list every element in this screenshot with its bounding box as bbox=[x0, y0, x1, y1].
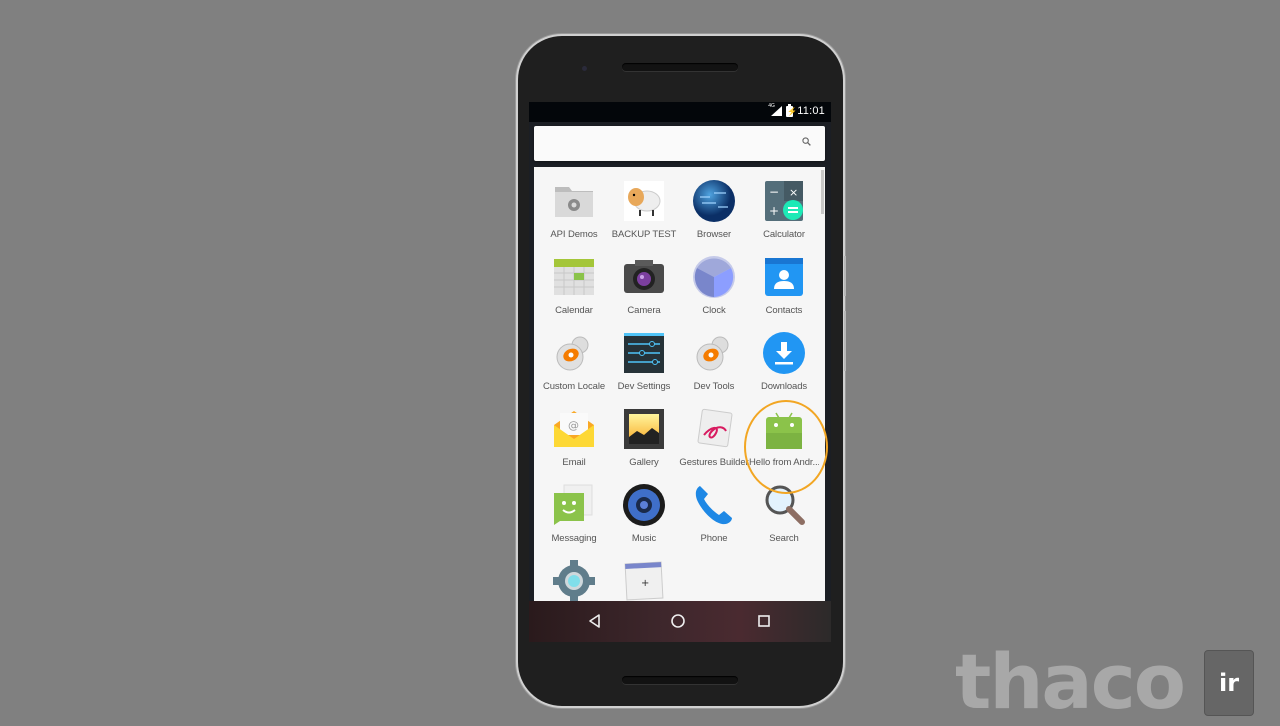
app-clock[interactable]: Clock bbox=[679, 251, 749, 327]
calendar-icon bbox=[554, 259, 594, 295]
app-label: Clock bbox=[702, 305, 726, 316]
phone-icon bbox=[695, 486, 732, 525]
app-label: Email bbox=[562, 457, 586, 468]
home-icon[interactable] bbox=[670, 613, 686, 629]
bottom-speaker bbox=[622, 676, 738, 684]
recents-icon[interactable] bbox=[756, 613, 772, 629]
calculator-icon: − × + bbox=[765, 181, 803, 221]
clock-icon bbox=[693, 256, 735, 298]
search-icon[interactable] bbox=[802, 137, 811, 146]
contacts-icon bbox=[765, 258, 803, 296]
app-calendar[interactable]: Calendar bbox=[539, 251, 609, 327]
screen: 4G ⚡ 11:01 API Demos BACKUP TEST Browser… bbox=[529, 102, 831, 642]
svg-text:+: + bbox=[769, 204, 779, 218]
app-calculator[interactable]: − × + Calculator bbox=[749, 175, 819, 251]
navigation-bar bbox=[529, 601, 831, 642]
front-camera bbox=[582, 66, 587, 71]
phone-frame: 4G ⚡ 11:01 API Demos BACKUP TEST Browser… bbox=[518, 36, 846, 706]
app-dev-tools[interactable]: Dev Tools bbox=[679, 327, 749, 403]
svg-text:+: + bbox=[641, 578, 649, 589]
gear-orange-icon bbox=[696, 336, 729, 371]
app-label: BACKUP TEST bbox=[611, 229, 677, 240]
app-label: Gallery bbox=[629, 457, 659, 468]
app-contacts[interactable]: Contacts bbox=[749, 251, 819, 327]
svg-text:×: × bbox=[789, 186, 798, 199]
app-grid: API Demos BACKUP TEST Browser − × + Calc… bbox=[534, 175, 825, 601]
app-label: Camera bbox=[627, 305, 661, 316]
app-phone[interactable]: Phone bbox=[679, 479, 749, 555]
app-label: Search bbox=[769, 533, 799, 544]
search-input[interactable] bbox=[542, 132, 786, 156]
globe-icon bbox=[693, 180, 735, 222]
app-label: Music bbox=[631, 533, 657, 544]
app-label: Contacts bbox=[765, 305, 803, 316]
app-camera[interactable]: Camera bbox=[609, 251, 679, 327]
app-drawer[interactable]: API Demos BACKUP TEST Browser − × + Calc… bbox=[534, 167, 825, 601]
app-custom-locale[interactable]: Custom Locale bbox=[539, 327, 609, 403]
gear-orange-icon bbox=[556, 336, 589, 371]
app-widget-preview[interactable]: + bbox=[609, 555, 679, 601]
status-bar: 4G ⚡ 11:01 bbox=[529, 102, 831, 122]
volume-button[interactable] bbox=[844, 256, 846, 296]
camera-icon bbox=[624, 260, 664, 293]
app-label: Browser bbox=[696, 229, 732, 240]
top-speaker bbox=[622, 63, 738, 71]
app-music[interactable]: Music bbox=[609, 479, 679, 555]
app-label: Dev Settings bbox=[617, 381, 671, 392]
folder-gear-icon bbox=[555, 187, 593, 217]
gallery-icon bbox=[624, 409, 664, 449]
power-button[interactable] bbox=[844, 311, 846, 371]
messaging-icon bbox=[554, 484, 593, 525]
app-label: Messaging bbox=[551, 533, 597, 544]
app-api-demos[interactable]: API Demos bbox=[539, 175, 609, 251]
app-label: Dev Tools bbox=[693, 381, 735, 392]
app-label: API Demos bbox=[550, 229, 598, 240]
app-label: Calculator bbox=[763, 229, 805, 240]
back-icon[interactable] bbox=[587, 613, 603, 629]
app-label: Calendar bbox=[555, 305, 593, 316]
gestures-icon bbox=[697, 408, 733, 448]
app-gestures-builder[interactable]: Gestures Builder bbox=[679, 403, 749, 479]
watermark-text: thaco bbox=[955, 637, 1186, 726]
app-gallery[interactable]: Gallery bbox=[609, 403, 679, 479]
signal-icon: 4G bbox=[768, 103, 783, 116]
network-type: 4G bbox=[768, 103, 775, 109]
app-search-bar[interactable] bbox=[534, 126, 825, 161]
sheep-icon bbox=[624, 181, 664, 221]
app-settings[interactable] bbox=[539, 555, 609, 601]
settings-gear-icon bbox=[553, 560, 595, 601]
app-messaging[interactable]: Messaging bbox=[539, 479, 609, 555]
app-label: Custom Locale bbox=[542, 381, 606, 392]
sliders-icon bbox=[624, 333, 664, 373]
app-backup-test[interactable]: BACKUP TEST bbox=[609, 175, 679, 251]
app-email[interactable]: @ Email bbox=[539, 403, 609, 479]
app-label: Phone bbox=[700, 533, 728, 544]
speaker-icon bbox=[623, 484, 665, 526]
app-label: Downloads bbox=[760, 381, 808, 392]
app-dev-settings[interactable]: Dev Settings bbox=[609, 327, 679, 403]
envelope-icon: @ bbox=[554, 411, 594, 447]
tap-highlight-circle bbox=[744, 400, 828, 494]
battery-charging-icon: ⚡ bbox=[786, 103, 798, 117]
app-label: Gestures Builder bbox=[679, 457, 749, 468]
svg-text:−: − bbox=[769, 185, 779, 199]
download-icon bbox=[763, 332, 805, 374]
watermark-badge: ir bbox=[1204, 650, 1254, 716]
app-browser[interactable]: Browser bbox=[679, 175, 749, 251]
app-downloads[interactable]: Downloads bbox=[749, 327, 819, 403]
widget-preview-icon: + bbox=[624, 561, 664, 601]
clock-time: 11:01 bbox=[797, 105, 825, 117]
svg-text:@: @ bbox=[568, 419, 579, 432]
